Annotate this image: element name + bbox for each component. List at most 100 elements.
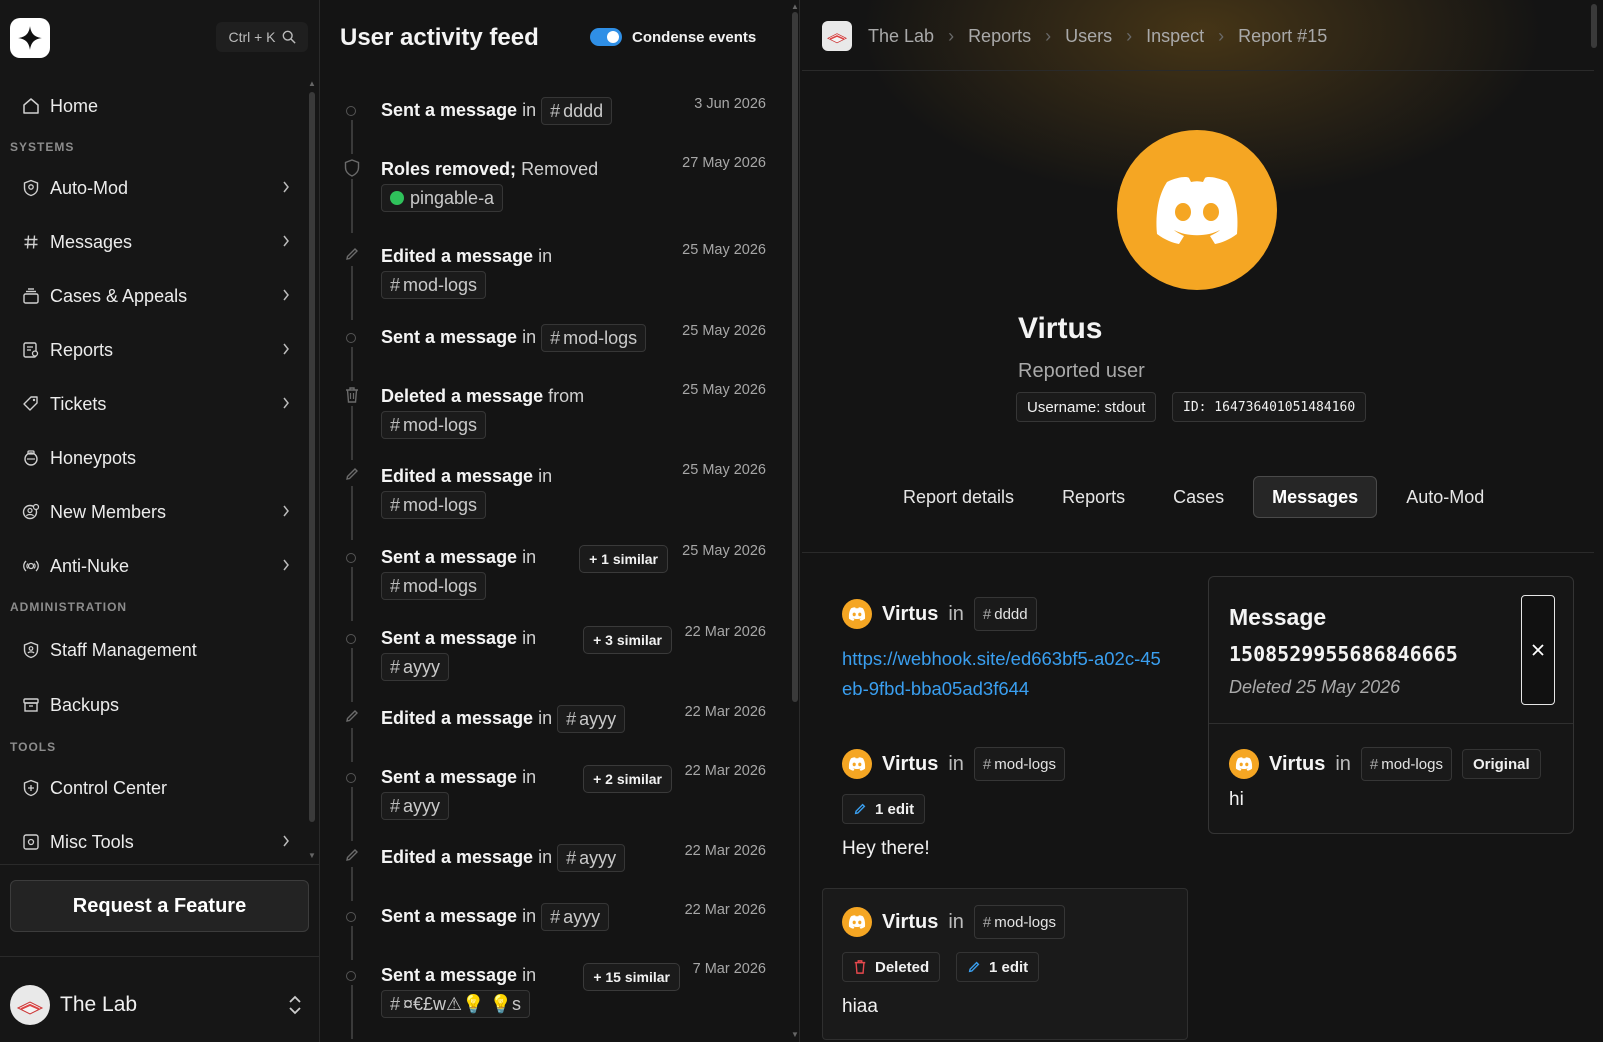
search-shortcut-label: Ctrl + K — [228, 29, 276, 45]
channel-chip[interactable]: # mod-logs — [381, 572, 487, 601]
tab-report-details[interactable]: Report details — [884, 476, 1033, 518]
channel-chip[interactable]: # mod-logs — [381, 491, 487, 520]
timeline-line — [351, 648, 353, 702]
tab-reports[interactable]: Reports — [1043, 476, 1144, 518]
channel-chip[interactable]: # mod-logs — [1360, 747, 1452, 781]
sidebar-item-cases-appeals[interactable]: Cases & Appeals — [20, 278, 290, 314]
tab-cases[interactable]: Cases — [1154, 476, 1243, 518]
sidebar-scrollbar[interactable]: ▲ ▼ — [308, 80, 316, 860]
sidebar-item-new-members[interactable]: New Members — [20, 494, 290, 530]
circle-icon — [346, 634, 356, 644]
timeline-line — [351, 867, 353, 901]
sidebar-scroll-thumb[interactable] — [309, 92, 315, 822]
similar-badge[interactable]: + 15 similar — [583, 963, 680, 991]
channel-chip[interactable]: # mod-logs — [973, 747, 1065, 781]
message-detail-card: Message 1508529955686846665 Deleted 25 M… — [1208, 576, 1574, 834]
feed-scrollbar[interactable]: ▲ ▼ — [790, 0, 800, 1042]
pencil-icon — [968, 961, 980, 973]
search-shortcut-button[interactable]: Ctrl + K — [216, 22, 308, 52]
breadcrumb-item[interactable]: Report #15 — [1238, 26, 1327, 47]
app-logo[interactable] — [10, 18, 50, 58]
similar-badge[interactable]: + 3 similar — [583, 626, 672, 654]
channel-chip[interactable]: # mod-logs — [381, 411, 487, 440]
event-text: Sent a message in # ayyy — [381, 763, 571, 821]
breadcrumb-item[interactable]: The Lab — [868, 26, 934, 47]
channel-chip[interactable]: # mod-logs — [541, 324, 647, 353]
channel-chip[interactable]: # ayyy — [381, 792, 450, 821]
scroll-down-arrow-icon[interactable]: ▼ — [791, 1030, 799, 1039]
close-detail-button[interactable] — [1521, 595, 1555, 705]
sidebar-item-backups[interactable]: Backups — [20, 687, 290, 723]
username-tag[interactable]: Username: stdout — [1016, 392, 1157, 422]
sidebar-item-honeypots[interactable]: Honeypots — [20, 440, 290, 476]
deleted-badge[interactable]: Deleted — [842, 952, 941, 982]
sidebar-item-control-center[interactable]: Control Center — [20, 770, 290, 806]
sidebar-item-messages[interactable]: Messages — [20, 224, 290, 260]
similar-badge[interactable]: + 2 similar — [583, 765, 672, 793]
channel-chip[interactable]: # ayyy — [557, 705, 626, 734]
detail-title: Message 1508529955686846665 — [1229, 599, 1519, 672]
message-author[interactable]: Virtus — [1269, 753, 1325, 776]
breadcrumb-item[interactable]: Reports — [968, 26, 1031, 47]
condense-events-toggle[interactable]: Condense events — [590, 28, 756, 46]
channel-chip[interactable]: # ¤€£w⚠💡 💡s — [381, 990, 531, 1019]
scroll-down-arrow-icon[interactable]: ▼ — [308, 852, 316, 860]
sidebar-item-home[interactable]: Home — [20, 88, 290, 124]
detail-message-id: 1508529955686846665 — [1229, 642, 1458, 666]
event-action: Edited a message — [381, 466, 534, 486]
feed-scroll-thumb[interactable] — [792, 12, 798, 702]
toggle-switch[interactable] — [590, 28, 622, 46]
message-link[interactable]: https://webhook.site/ed663bf5-a02c-45eb-… — [842, 644, 1162, 704]
timeline-line — [351, 266, 353, 320]
channel-chip[interactable]: # ayyy — [557, 844, 626, 873]
channel-chip[interactable]: # mod-logs — [973, 905, 1065, 939]
edit-badge[interactable]: 1 edit — [842, 794, 926, 824]
event-action: Deleted a message — [381, 386, 544, 406]
role-name: pingable-a — [410, 188, 495, 209]
channel-name: ayyy — [563, 907, 601, 928]
sidebar-item-reports[interactable]: Reports — [20, 332, 290, 368]
server-switcher[interactable]: The Lab — [10, 984, 310, 1026]
channel-chip[interactable]: # ayyy — [381, 653, 450, 682]
role-chip[interactable]: pingable-a — [381, 184, 504, 213]
edit-badge[interactable]: 1 edit — [956, 952, 1040, 982]
event-action: Sent a message — [381, 906, 518, 926]
channel-chip[interactable]: # dddd — [541, 97, 613, 126]
breadcrumb-item[interactable]: Users — [1065, 26, 1112, 47]
tab-auto-mod[interactable]: Auto-Mod — [1387, 476, 1503, 518]
request-feature-button[interactable]: Request a Feature — [10, 880, 309, 932]
archive-icon — [20, 694, 42, 716]
event-action: Sent a message — [381, 965, 518, 985]
breadcrumb-item[interactable]: Inspect — [1146, 26, 1204, 47]
user-id-tag[interactable]: ID: 164736401051484160 — [1172, 392, 1367, 422]
message-body: Hey there! — [842, 838, 930, 859]
sidebar-item-staff-management[interactable]: Staff Management — [20, 632, 290, 668]
discord-avatar-icon — [1229, 749, 1259, 779]
event-text: Edited a message in # mod-logs — [381, 242, 651, 300]
sidebar-item-label: Cases & Appeals — [50, 285, 188, 306]
sidebar-item-misc-tools[interactable]: Misc Tools — [20, 824, 290, 860]
event-date: 25 May 2026 — [682, 323, 766, 339]
channel-name: mod-logs — [994, 755, 1056, 773]
scroll-up-arrow-icon[interactable]: ▲ — [791, 2, 799, 11]
sidebar-item-auto-mod[interactable]: Auto-Mod — [20, 170, 290, 206]
message-author[interactable]: Virtus — [882, 911, 938, 934]
tab-messages[interactable]: Messages — [1253, 476, 1378, 518]
channel-name: mod-logs — [403, 275, 478, 296]
control-icon — [20, 777, 42, 799]
channel-name: ayyy — [579, 709, 617, 730]
similar-badge[interactable]: + 1 similar — [579, 545, 668, 573]
scroll-up-arrow-icon[interactable]: ▲ — [308, 80, 316, 88]
channel-chip[interactable]: # dddd — [973, 597, 1037, 631]
circle-icon — [346, 971, 356, 981]
event-text: Sent a message in # ayyy — [381, 902, 651, 932]
sidebar-item-tickets[interactable]: Tickets — [20, 386, 290, 422]
message-author[interactable]: Virtus — [882, 753, 938, 776]
detail-message-header: Virtus in # mod-logs Original — [1229, 747, 1541, 781]
event-prep: Removed — [521, 159, 599, 179]
message-author[interactable]: Virtus — [882, 603, 938, 626]
channel-chip[interactable]: # mod-logs — [381, 271, 487, 300]
sidebar-item-anti-nuke[interactable]: Anti-Nuke — [20, 548, 290, 584]
channel-chip[interactable]: # ayyy — [541, 903, 610, 932]
right-scroll-thumb[interactable] — [1591, 4, 1597, 48]
